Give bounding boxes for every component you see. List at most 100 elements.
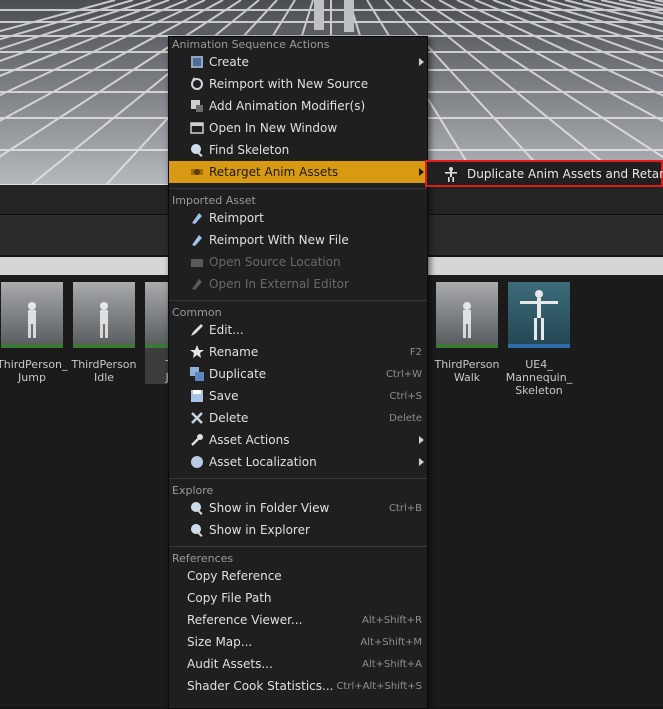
modifier-icon: [189, 98, 205, 114]
menu-item-shortcut: Ctrl+Alt+Shift+S: [336, 681, 422, 692]
menu-item-shortcut: F2: [409, 347, 422, 358]
menu-item-delete[interactable]: Delete Delete: [169, 407, 427, 429]
menu-item-shortcut: Alt+Shift+R: [362, 615, 422, 626]
menu-separator: [169, 546, 427, 547]
skeleton-thumbnail: [508, 282, 570, 348]
menu-item-label: Reimport With New File: [209, 233, 349, 247]
menu-item-open-in-new-window[interactable]: Open In New Window: [169, 117, 427, 139]
folder-icon: [189, 254, 205, 270]
menu-item-label: Rename: [209, 345, 259, 359]
menu-item-label: Create: [209, 55, 249, 69]
menu-section-header: Animation Sequence Actions: [172, 38, 330, 51]
menu-item-shortcut: Alt+Shift+M: [360, 637, 422, 648]
menu-item-label: Asset Actions: [209, 433, 290, 447]
menu-item-label: Show in Explorer: [209, 523, 310, 537]
reimport-file-icon: [189, 232, 205, 248]
menu-item-label: Open In New Window: [209, 121, 338, 135]
menu-item-shader-cook-statistics[interactable]: Shader Cook Statistics... Ctrl+Alt+Shift+…: [169, 675, 427, 697]
menu-item-shortcut: Ctrl+B: [388, 503, 422, 514]
menu-section-header: Imported Asset: [172, 194, 256, 207]
menu-item-label: Reimport with New Source: [209, 77, 369, 91]
menu-item-create[interactable]: Create: [169, 51, 427, 73]
menu-item-label: Find Skeleton: [209, 143, 290, 157]
menu-item-audit-assets[interactable]: Audit Assets... Alt+Shift+A: [169, 653, 427, 675]
menu-item-shortcut: Ctrl+S: [389, 391, 422, 402]
menu-item-rename[interactable]: Rename F2: [169, 341, 427, 363]
menu-item-open-source-location: Open Source Location: [169, 251, 427, 273]
menu-item-shortcut: Alt+Shift+A: [362, 659, 422, 670]
asset-tile[interactable]: ThirdPerson_ Jump: [0, 282, 68, 384]
menu-item-copy-file-path[interactable]: Copy File Path: [169, 587, 427, 609]
menu-item-asset-localization[interactable]: Asset Localization: [169, 451, 427, 473]
menu-item-label: Size Map...: [187, 635, 253, 649]
menu-item-label: Duplicate: [209, 367, 267, 381]
menu-item-label: Add Animation Modifier(s): [209, 99, 366, 113]
asset-tile[interactable]: ThirdPerson Walk: [434, 282, 500, 384]
menu-item-reimport-with-new-source[interactable]: Reimport with New Source: [169, 73, 427, 95]
retarget-icon: [189, 164, 205, 180]
menu-item-reimport[interactable]: Reimport: [169, 207, 427, 229]
menu-item-duplicate[interactable]: Duplicate Ctrl+W: [169, 363, 427, 385]
asset-tile[interactable]: ThirdPerson Idle: [71, 282, 137, 384]
menu-item-label: Delete: [209, 411, 249, 425]
submenu-arrow-icon: [419, 436, 424, 444]
menu-separator: [169, 188, 427, 189]
menu-item-label: Shader Cook Statistics...: [187, 679, 334, 693]
wrench-icon: [189, 432, 205, 448]
menu-item-label: Reference Viewer...: [187, 613, 303, 627]
submenu-arrow-icon: [419, 458, 424, 466]
menu-section-header: References: [172, 552, 234, 565]
menu-item-label: Retarget Anim Assets: [209, 165, 339, 179]
globe-icon: [189, 454, 205, 470]
retarget-figure-icon: [443, 166, 459, 182]
menu-item-reference-viewer[interactable]: Reference Viewer... Alt+Shift+R: [169, 609, 427, 631]
menu-item-label: Reimport: [209, 211, 264, 225]
asset-tile-label: UE4_ Mannequin_ Skeleton: [505, 358, 573, 397]
duplicate-anim-assets-and-retarget-item[interactable]: Duplicate Anim Assets and Retarget: [467, 167, 663, 181]
menu-item-add-animation-modifier-s[interactable]: Add Animation Modifier(s): [169, 95, 427, 117]
menu-section-header: Explore: [172, 484, 214, 497]
menu-item-label: Open Source Location: [209, 255, 341, 269]
open-window-icon: [189, 120, 205, 136]
menu-section-header: Common: [172, 306, 222, 319]
menu-item-show-in-explorer[interactable]: Show in Explorer: [169, 519, 427, 541]
reimport-icon: [189, 210, 205, 226]
menu-item-retarget-anim-assets[interactable]: Retarget Anim Assets: [169, 161, 427, 183]
submenu-arrow-icon: [419, 168, 424, 176]
menu-item-label: Save: [209, 389, 239, 403]
menu-item-asset-actions[interactable]: Asset Actions: [169, 429, 427, 451]
delete-icon: [189, 410, 205, 426]
menu-item-label: Copy Reference: [187, 569, 282, 583]
duplicate-icon: [189, 366, 205, 382]
menu-item-edit[interactable]: Edit...: [169, 319, 427, 341]
rename-icon: [189, 344, 205, 360]
menu-item-label: Edit...: [209, 323, 244, 337]
menu-item-open-in-external-editor: Open In External Editor: [169, 273, 427, 295]
context-menu: Animation Sequence Actions Create Reimport…: [168, 36, 428, 709]
find-icon: [189, 142, 205, 158]
menu-item-find-skeleton[interactable]: Find Skeleton: [169, 139, 427, 161]
explorer-icon: [189, 522, 205, 538]
menu-separator: [169, 300, 427, 301]
animation-thumbnail: [73, 282, 135, 348]
save-icon: [189, 388, 205, 404]
retarget-submenu[interactable]: Duplicate Anim Assets and Retarget: [425, 160, 663, 187]
menu-item-show-in-folder-view[interactable]: Show in Folder View Ctrl+B: [169, 497, 427, 519]
folder-view-icon: [189, 500, 205, 516]
reimport-source-icon: [189, 76, 205, 92]
menu-item-copy-reference[interactable]: Copy Reference: [169, 565, 427, 587]
external-editor-icon: [189, 276, 205, 292]
asset-tile[interactable]: UE4_ Mannequin_ Skeleton: [506, 282, 572, 397]
submenu-arrow-icon: [419, 58, 424, 66]
menu-item-reimport-with-new-file[interactable]: Reimport With New File: [169, 229, 427, 251]
menu-item-label: Open In External Editor: [209, 277, 349, 291]
menu-item-shortcut: Delete: [389, 413, 422, 424]
menu-item-label: Copy File Path: [187, 591, 272, 605]
menu-item-save[interactable]: Save Ctrl+S: [169, 385, 427, 407]
menu-item-shortcut: Ctrl+W: [385, 369, 422, 380]
asset-tile-label: ThirdPerson_ Jump: [0, 358, 68, 384]
menu-item-label: Audit Assets...: [187, 657, 273, 671]
menu-item-label: Show in Folder View: [209, 501, 330, 515]
menu-separator: [169, 478, 427, 479]
menu-item-size-map[interactable]: Size Map... Alt+Shift+M: [169, 631, 427, 653]
